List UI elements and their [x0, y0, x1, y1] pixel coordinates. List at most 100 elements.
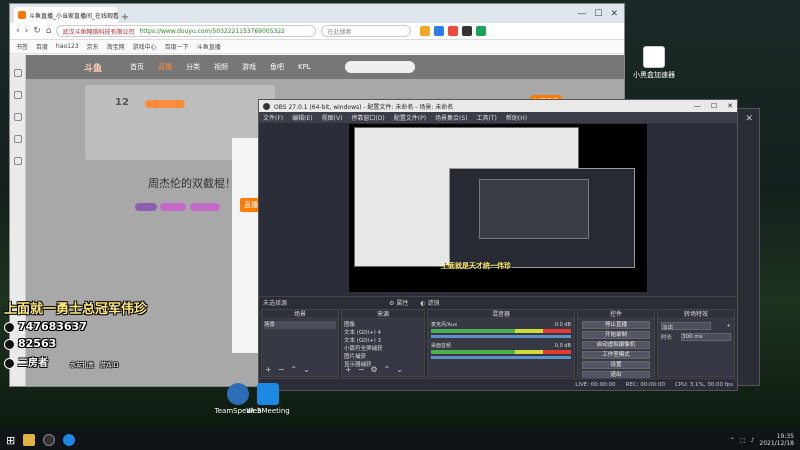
- transition-select[interactable]: 淡出: [661, 322, 711, 331]
- sidebar-icon[interactable]: [13, 91, 22, 99]
- menu-profile[interactable]: 配置文件(P): [394, 113, 426, 122]
- tray-icon[interactable]: ⌃: [730, 437, 735, 444]
- menu-view[interactable]: 视图(V): [322, 113, 343, 122]
- bookmark-item[interactable]: 书签: [16, 42, 28, 51]
- extension-icon[interactable]: [448, 26, 459, 36]
- minimize-icon[interactable]: —: [577, 9, 586, 19]
- scene-item[interactable]: 场景: [264, 321, 336, 329]
- bookmark-item[interactable]: 百度: [36, 42, 48, 51]
- bookmark-item[interactable]: 淘宝网: [107, 42, 125, 51]
- duration-input[interactable]: 300 ms: [681, 333, 731, 341]
- home-icon[interactable]: ⌂: [46, 26, 52, 36]
- duration-label: 时长: [661, 335, 673, 341]
- properties-button[interactable]: ⚙ 属性: [389, 298, 408, 307]
- sidebar-icon[interactable]: [13, 113, 22, 121]
- source-item[interactable]: 图像: [344, 321, 422, 329]
- extension-icon[interactable]: [462, 26, 473, 36]
- filters-button[interactable]: ◐ 滤镜: [420, 298, 439, 307]
- back-icon[interactable]: ‹: [16, 26, 20, 36]
- forward-icon[interactable]: ›: [25, 26, 29, 36]
- douyu-logo[interactable]: 斗鱼: [84, 61, 102, 74]
- nav-game[interactable]: 游戏: [242, 62, 256, 72]
- sidebar-icon[interactable]: [13, 69, 22, 77]
- nav-home[interactable]: 首页: [130, 62, 144, 72]
- studio-mode-button[interactable]: 工作室模式: [582, 351, 650, 359]
- browser-taskbar-icon[interactable]: [63, 434, 76, 446]
- close-icon[interactable]: ✕: [727, 102, 733, 110]
- nav-video[interactable]: 视频: [214, 62, 228, 72]
- obs-taskbar-icon[interactable]: [43, 434, 56, 446]
- maximize-icon[interactable]: ☐: [594, 9, 602, 19]
- nav-category[interactable]: 分类: [186, 62, 200, 72]
- start-button-icon[interactable]: ⊞: [6, 434, 15, 447]
- refresh-icon[interactable]: ↻: [33, 26, 41, 36]
- move-down-icon[interactable]: ⌄: [396, 365, 403, 374]
- new-tab-button[interactable]: +: [118, 12, 132, 23]
- source-item[interactable]: 文本 (GDI+) 4: [344, 329, 422, 337]
- extension-icon[interactable]: [420, 26, 431, 36]
- nav-kpl[interactable]: KPL: [298, 63, 311, 71]
- remove-icon[interactable]: −: [358, 365, 365, 374]
- volume-slider[interactable]: [431, 356, 571, 359]
- add-icon[interactable]: +: [726, 323, 731, 329]
- overlay-fourth-line: 二房者: [4, 354, 48, 369]
- tab-bar: 斗鱼直播_小当家直播间_在线观看 ✕ + — ☐ ✕: [10, 4, 624, 23]
- volume-icon[interactable]: ♪: [751, 437, 755, 444]
- browser-tab[interactable]: 斗鱼直播_小当家直播间_在线观看 ✕: [14, 7, 118, 23]
- stop-streaming-button[interactable]: 停止直播: [582, 321, 650, 329]
- extension-icon[interactable]: [476, 26, 487, 36]
- bookmark-item[interactable]: 京东: [87, 42, 99, 51]
- url-field[interactable]: 武汉斗鱼网络科技有限公司 https://www.douyu.com/50322…: [56, 25, 317, 37]
- desktop-icon-label: WebMeeting: [246, 407, 290, 415]
- menu-edit[interactable]: 编辑(E): [292, 113, 312, 122]
- gear-icon[interactable]: ⚙: [370, 365, 377, 374]
- move-up-icon[interactable]: ⌃: [290, 365, 297, 374]
- nav-live[interactable]: 直播: [158, 62, 172, 72]
- start-virtual-camera-button[interactable]: 启动虚拟摄像机: [582, 341, 650, 349]
- mixer-header: 混音器: [428, 310, 574, 319]
- sidebar-icon[interactable]: [13, 157, 22, 165]
- add-icon[interactable]: +: [345, 365, 352, 374]
- move-down-icon[interactable]: ⌄: [303, 365, 310, 374]
- desktop-icon-heybox[interactable]: 小黑盒加速器: [628, 46, 680, 80]
- overlay-line-4: 二房者: [18, 358, 48, 369]
- source-item[interactable]: 图片捕获: [344, 353, 422, 361]
- menu-file[interactable]: 文件(F): [263, 113, 283, 122]
- close-icon[interactable]: ✕: [610, 9, 618, 19]
- add-icon[interactable]: +: [265, 365, 272, 374]
- move-up-icon[interactable]: ⌃: [384, 365, 391, 374]
- source-item[interactable]: 小篇符全屏捕获: [344, 345, 422, 353]
- douyu-header: 斗鱼 首页 直播 分类 视频 游戏 鱼吧 KPL: [26, 55, 624, 79]
- maximize-icon[interactable]: ☐: [711, 102, 717, 110]
- bookmark-item[interactable]: 百度一下: [165, 42, 189, 51]
- nav-yuba[interactable]: 鱼吧: [270, 62, 284, 72]
- volume-slider[interactable]: [431, 335, 571, 338]
- browser-search-input[interactable]: 在此搜索: [321, 25, 412, 37]
- sidebar-icon[interactable]: [13, 135, 22, 143]
- start-recording-button[interactable]: 开始录制: [582, 331, 650, 339]
- bookmark-item[interactable]: hao123: [56, 43, 79, 50]
- bookmark-item[interactable]: 斗鱼直播: [197, 42, 221, 51]
- menu-tools[interactable]: 工具(T): [477, 113, 497, 122]
- overlay-qq-line: 747683637: [4, 320, 87, 333]
- remove-icon[interactable]: −: [278, 365, 285, 374]
- clock[interactable]: 19:35 2021/12/18: [759, 433, 794, 447]
- desktop-icon-webmeeting[interactable]: WebMeeting: [242, 383, 294, 415]
- source-item[interactable]: 文本 (GDI+) 3: [344, 337, 422, 345]
- obs-preview[interactable]: 上面就是天才统一伟珍: [349, 124, 647, 292]
- extension-icon[interactable]: [434, 26, 445, 36]
- site-search-input[interactable]: [344, 61, 415, 73]
- bookmarks-bar: 书签 百度 hao123 京东 淘宝网 游戏中心 百度一下 斗鱼直播: [10, 40, 624, 54]
- bookmark-item[interactable]: 游戏中心: [133, 42, 157, 51]
- menu-scene-collection[interactable]: 场景集合(S): [435, 113, 468, 122]
- obs-menubar: 文件(F) 编辑(E) 视图(V) 停靠窗口(D) 配置文件(P) 场景集合(S…: [259, 112, 737, 123]
- close-icon[interactable]: ✕: [745, 114, 753, 124]
- menu-docks[interactable]: 停靠窗口(D): [351, 113, 384, 122]
- file-explorer-icon[interactable]: [23, 434, 36, 446]
- sources-toolbar: + − ⚙ ⌃ ⌄: [345, 365, 403, 374]
- minimize-icon[interactable]: —: [694, 102, 701, 110]
- network-icon[interactable]: ⬚: [740, 437, 746, 444]
- settings-button[interactable]: 设置: [582, 361, 650, 369]
- tag-pill: [160, 203, 186, 211]
- menu-help[interactable]: 帮助(H): [506, 113, 527, 122]
